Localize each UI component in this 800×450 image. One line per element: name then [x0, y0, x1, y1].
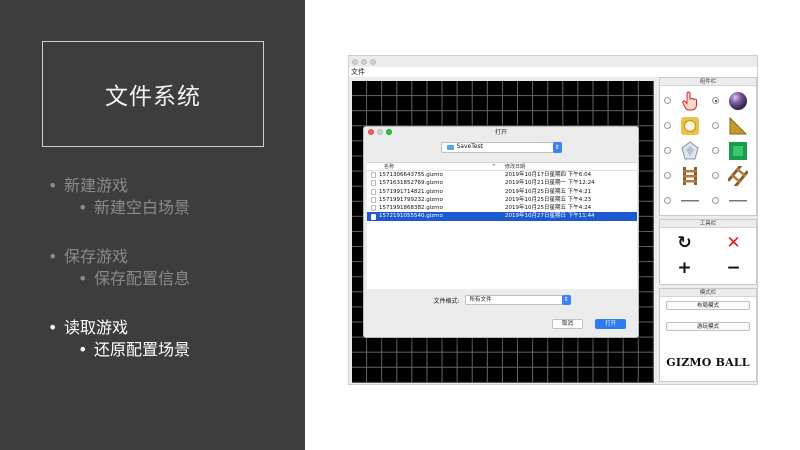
file-format-select[interactable]: 所有文件 ⇕ — [464, 295, 571, 305]
component-radio-square[interactable] — [712, 147, 719, 154]
file-format-label: 文件格式: — [433, 297, 460, 305]
slide-title-box: 文件系统 — [42, 41, 264, 147]
side-panels: 组件栏 工具栏 ↻ ✕ + − 模式栏 布局模式 游玩模式 GIZMO BALL — [659, 77, 757, 383]
file-icon — [367, 204, 379, 212]
left-flipper-icon — [679, 190, 701, 212]
component-radio-ball[interactable] — [712, 97, 719, 104]
tools-panel-title: 工具栏 — [660, 220, 756, 228]
file-row[interactable]: 1571991799232.gizmo 2019年10月25日星期五 下午4:2… — [367, 196, 637, 204]
close-window-button[interactable] — [352, 58, 358, 65]
dialog-titlebar: 打开 — [364, 127, 638, 138]
file-format-row: 文件格式: 所有文件 ⇕ — [364, 293, 640, 307]
components-panel: 组件栏 — [659, 77, 757, 216]
gizmo-ball-logo: GIZMO BALL — [666, 356, 750, 369]
bullet-save-game: 保存游戏 — [46, 246, 301, 268]
file-icon — [367, 179, 379, 187]
file-name: 1571631852769.gizmo — [379, 180, 443, 187]
green-square-icon — [727, 140, 749, 162]
component-radio-right-flipper[interactable] — [712, 197, 719, 204]
dialog-close-button[interactable] — [368, 129, 374, 135]
directory-name: SaveTest — [456, 143, 484, 150]
directory-select[interactable]: SaveTest ⇕ — [440, 141, 562, 153]
gold-triangle-icon — [727, 115, 749, 137]
app-menubar: 文件 — [349, 67, 757, 77]
file-row[interactable]: 1571306643755.gizmo 2019年10月17日星期四 下午6:0… — [367, 171, 637, 179]
file-name: 1571306643755.gizmo — [379, 172, 443, 178]
component-radio-left-flipper[interactable] — [664, 197, 671, 204]
play-mode-button[interactable]: 游玩模式 — [666, 322, 750, 331]
file-icon — [367, 188, 379, 196]
menu-file[interactable]: 文件 — [351, 68, 365, 76]
component-radio-triangle[interactable] — [712, 122, 719, 129]
chevron-updown-icon: ⇕ — [552, 141, 562, 153]
file-format-value: 所有文件 — [469, 297, 492, 303]
ladder-icon — [679, 165, 701, 187]
file-icon — [367, 171, 379, 179]
purple-ball-icon — [727, 90, 749, 112]
file-date: 2019年10月17日星期四 下午6:04 — [505, 172, 592, 178]
slide-title: 文件系统 — [105, 84, 201, 110]
bullet-new-game: 新建游戏 — [46, 175, 301, 197]
open-file-dialog: 打开 SaveTest ⇕ 名称 ^ 修改日期 1571306643755.gi… — [363, 126, 639, 338]
sort-chevron-icon: ^ — [491, 164, 496, 170]
file-name: 1571991799232.gizmo — [379, 196, 443, 203]
file-list-header: 名称 ^ 修改日期 — [367, 163, 637, 171]
component-radio-diamond[interactable] — [664, 147, 671, 154]
gold-circle-icon — [679, 115, 701, 137]
file-date: 2019年10月25日星期五 下午4:23 — [505, 196, 592, 203]
component-radio-circle[interactable] — [664, 122, 671, 129]
right-flipper-icon — [727, 190, 749, 212]
sub-bullet-save-config: 保存配置信息 — [46, 268, 301, 290]
file-icon — [367, 212, 379, 220]
dialog-zoom-button[interactable] — [386, 129, 392, 135]
sub-bullet-new-scene: 新建空白场景 — [46, 197, 301, 219]
dialog-title: 打开 — [494, 129, 507, 136]
tools-panel: 工具栏 ↻ ✕ + − — [659, 219, 757, 285]
minimize-window-button[interactable] — [361, 58, 367, 65]
bullet-load-game: 读取游戏 — [46, 317, 301, 339]
dialog-minimize-button[interactable] — [377, 129, 383, 135]
file-row[interactable]: 1571991868382.gizmo 2019年10月25日星期五 下午4:2… — [367, 204, 637, 212]
open-button[interactable]: 打开 — [595, 319, 626, 329]
folder-icon — [446, 144, 454, 150]
diamond-icon — [679, 140, 701, 162]
column-name-header[interactable]: 名称 ^ — [367, 163, 504, 170]
layout-mode-button[interactable]: 布局模式 — [666, 301, 750, 310]
column-date-header[interactable]: 修改日期 — [504, 163, 525, 170]
file-list[interactable]: 名称 ^ 修改日期 1571306643755.gizmo 2019年10月17… — [367, 162, 637, 289]
file-row[interactable]: 1571991714821.gizmo 2019年10月25日星期五 下午4:2… — [367, 188, 637, 196]
zoom-in-icon[interactable]: + — [677, 260, 691, 277]
file-name: 1571991714821.gizmo — [379, 188, 443, 195]
chevron-updown-icon: ⇕ — [561, 295, 571, 305]
diagonal-rail-icon — [727, 165, 749, 187]
file-name: 1571991868382.gizmo — [379, 205, 443, 212]
file-name: 1572191055540.gizmo — [379, 213, 443, 220]
file-date: 2019年10月27日星期日 下午11:44 — [505, 213, 595, 220]
sub-bullet-restore-scene: 还原配置场景 — [46, 339, 301, 361]
rotate-icon[interactable]: ↻ — [677, 235, 691, 252]
zoom-out-icon[interactable]: − — [726, 260, 740, 277]
bullet-list: 新建游戏 新建空白场景 保存游戏 保存配置信息 读取游戏 还原配置场景 — [46, 175, 301, 361]
file-row-selected[interactable]: 1572191055540.gizmo 2019年10月27日星期日 下午11:… — [367, 212, 637, 221]
file-date: 2019年10月25日星期五 下午4:21 — [505, 188, 592, 195]
file-icon — [367, 196, 379, 204]
component-radio-ladder[interactable] — [664, 172, 671, 179]
cancel-button[interactable]: 取消 — [552, 319, 583, 329]
mode-panel: 模式栏 布局模式 游玩模式 GIZMO BALL — [659, 288, 757, 382]
slide: 文件系统 新建游戏 新建空白场景 保存游戏 保存配置信息 读取游戏 还原配置场景… — [0, 0, 800, 450]
component-radio-hand[interactable] — [664, 97, 671, 104]
slide-left-panel: 文件系统 新建游戏 新建空白场景 保存游戏 保存配置信息 读取游戏 还原配置场景 — [0, 0, 305, 450]
file-row[interactable]: 1571631852769.gizmo 2019年10月21日星期一 下午12:… — [367, 179, 637, 187]
zoom-window-button[interactable] — [370, 58, 376, 65]
hand-pointer-icon — [679, 90, 701, 112]
app-titlebar — [349, 56, 757, 67]
delete-icon[interactable]: ✕ — [726, 235, 740, 252]
file-date: 2019年10月21日星期一 下午12:24 — [505, 180, 595, 187]
file-date: 2019年10月25日星期五 下午4:24 — [505, 205, 592, 212]
mode-panel-title: 模式栏 — [660, 289, 756, 297]
components-panel-title: 组件栏 — [660, 78, 756, 86]
component-radio-rail[interactable] — [712, 172, 719, 179]
